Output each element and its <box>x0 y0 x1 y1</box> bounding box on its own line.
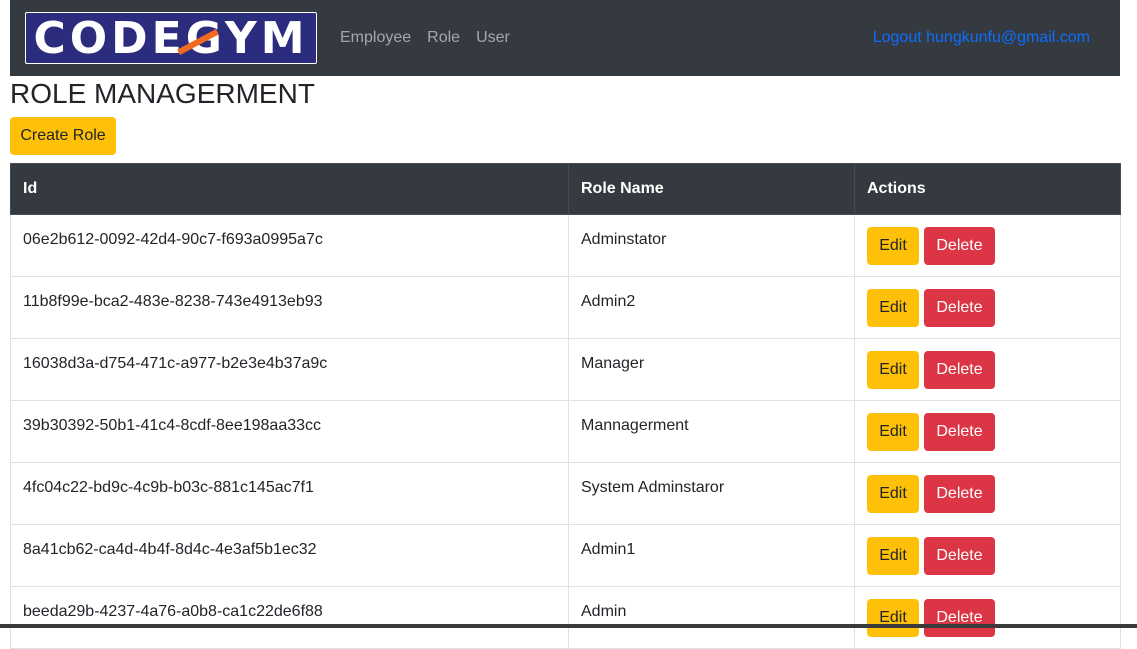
roles-table-container: Id Role Name Actions 06e2b612-0092-42d4-… <box>10 163 1121 649</box>
edit-button[interactable]: Edit <box>867 413 919 451</box>
role-name-cell: Adminstator <box>568 214 855 277</box>
role-name: Admin2 <box>581 293 636 310</box>
role-id: 16038d3a-d754-471c-a977-b2e3e4b37a9c <box>23 355 328 372</box>
top-navbar: CODEGYM Employee Role User Logout hungku… <box>10 0 1120 76</box>
actions-cell: Edit Delete <box>854 214 1121 277</box>
nav-link-user[interactable]: User <box>476 29 510 47</box>
table-row: 4fc04c22-bd9c-4c9b-b03c-881c145ac7f1 Syst… <box>10 462 1121 525</box>
id-cell: 06e2b612-0092-42d4-90c7-f693a0995a7c <box>10 214 569 277</box>
id-cell: 8a41cb62-ca4d-4b4f-8d4c-4e3af5b1ec32 <box>10 524 569 587</box>
actions-cell: Edit Delete <box>854 400 1121 463</box>
role-id: 11b8f99e-bca2-483e-8238-743e4913eb93 <box>23 293 323 310</box>
role-name: Manager <box>581 355 645 372</box>
edit-button[interactable]: Edit <box>867 289 919 327</box>
row-actions: Edit Delete <box>867 537 1108 575</box>
role-id: 39b30392-50b1-41c4-8cdf-8ee198aa33cc <box>23 417 322 434</box>
edit-button[interactable]: Edit <box>867 537 919 575</box>
table-header-row: Id Role Name Actions <box>10 163 1121 215</box>
role-id: 8a41cb62-ca4d-4b4f-8d4c-4e3af5b1ec32 <box>23 541 317 558</box>
role-name-cell: Manager <box>568 338 855 401</box>
page-title: ROLE MANAGERMENT <box>10 78 315 109</box>
row-actions: Edit Delete <box>867 227 1108 265</box>
row-actions: Edit Delete <box>867 413 1108 451</box>
table-row: 11b8f99e-bca2-483e-8238-743e4913eb93 Admi… <box>10 276 1121 339</box>
row-actions: Edit Delete <box>867 599 1108 637</box>
roles-table: Id Role Name Actions 06e2b612-0092-42d4-… <box>10 163 1121 649</box>
role-name: Adminstator <box>581 231 667 248</box>
actions-cell: Edit Delete <box>854 462 1121 525</box>
delete-button[interactable]: Delete <box>924 289 995 327</box>
delete-button[interactable]: Delete <box>924 413 995 451</box>
window-bottom-edge <box>0 624 1137 628</box>
role-name-cell: Admin <box>568 586 855 649</box>
table-body: 06e2b612-0092-42d4-90c7-f693a0995a7c Admi… <box>10 214 1121 649</box>
header-actions: Actions <box>854 163 1121 215</box>
id-cell: 16038d3a-d754-471c-a977-b2e3e4b37a9c <box>10 338 569 401</box>
role-name-cell: System Adminstaror <box>568 462 855 525</box>
edit-button[interactable]: Edit <box>867 599 919 637</box>
table-row: 16038d3a-d754-471c-a977-b2e3e4b37a9c Mana… <box>10 338 1121 401</box>
actions-cell: Edit Delete <box>854 276 1121 339</box>
role-name: Admin1 <box>581 541 636 558</box>
delete-button[interactable]: Delete <box>924 227 995 265</box>
edit-button[interactable]: Edit <box>867 475 919 513</box>
table-row: 06e2b612-0092-42d4-90c7-f693a0995a7c Admi… <box>10 214 1121 277</box>
edit-button[interactable]: Edit <box>867 351 919 389</box>
role-name: Admin <box>581 603 627 620</box>
logo-text: CODEGYM <box>33 12 309 64</box>
role-name-cell: Mannagerment <box>568 400 855 463</box>
logout-link[interactable]: Logout hungkunfu@gmail.com <box>873 29 1090 47</box>
nav-links: Employee Role User <box>340 29 510 47</box>
role-name: System Adminstaror <box>581 479 725 496</box>
id-cell: beeda29b-4237-4a76-a0b8-ca1c22de6f88 <box>10 586 569 649</box>
header-id: Id <box>10 163 569 215</box>
codegym-logo[interactable]: CODEGYM <box>25 12 317 64</box>
role-name-cell: Admin1 <box>568 524 855 587</box>
row-actions: Edit Delete <box>867 289 1108 327</box>
role-id: 4fc04c22-bd9c-4c9b-b03c-881c145ac7f1 <box>23 479 314 496</box>
row-actions: Edit Delete <box>867 351 1108 389</box>
actions-cell: Edit Delete <box>854 586 1121 649</box>
delete-button[interactable]: Delete <box>924 537 995 575</box>
actions-cell: Edit Delete <box>854 524 1121 587</box>
delete-button[interactable]: Delete <box>924 475 995 513</box>
actions-cell: Edit Delete <box>854 338 1121 401</box>
role-id: 06e2b612-0092-42d4-90c7-f693a0995a7c <box>23 231 323 248</box>
id-cell: 11b8f99e-bca2-483e-8238-743e4913eb93 <box>10 276 569 339</box>
nav-link-employee[interactable]: Employee <box>340 29 411 47</box>
table-row: 8a41cb62-ca4d-4b4f-8d4c-4e3af5b1ec32 Admi… <box>10 524 1121 587</box>
id-cell: 39b30392-50b1-41c4-8cdf-8ee198aa33cc <box>10 400 569 463</box>
table-row: beeda29b-4237-4a76-a0b8-ca1c22de6f88 Admi… <box>10 586 1121 649</box>
role-name-cell: Admin2 <box>568 276 855 339</box>
role-id: beeda29b-4237-4a76-a0b8-ca1c22de6f88 <box>23 603 323 620</box>
id-cell: 4fc04c22-bd9c-4c9b-b03c-881c145ac7f1 <box>10 462 569 525</box>
nav-link-role[interactable]: Role <box>427 29 460 47</box>
create-role-button[interactable]: Create Role <box>10 117 116 155</box>
role-name: Mannagerment <box>581 417 689 434</box>
row-actions: Edit Delete <box>867 475 1108 513</box>
edit-button[interactable]: Edit <box>867 227 919 265</box>
header-role-name: Role Name <box>568 163 855 215</box>
delete-button[interactable]: Delete <box>924 351 995 389</box>
table-row: 39b30392-50b1-41c4-8cdf-8ee198aa33cc Mann… <box>10 400 1121 463</box>
delete-button[interactable]: Delete <box>924 599 995 637</box>
